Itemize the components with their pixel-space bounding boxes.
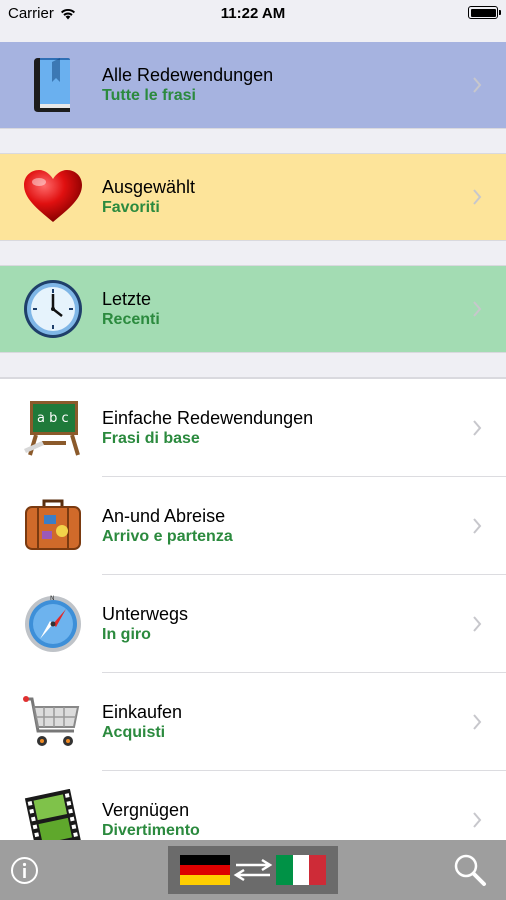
bottom-toolbar bbox=[0, 840, 506, 900]
row-subtitle: Arrivo e partenza bbox=[102, 528, 233, 545]
suitcase-icon bbox=[25, 499, 81, 550]
chevron-right-icon bbox=[473, 518, 482, 534]
row-texts: Unterwegs In giro bbox=[102, 603, 188, 645]
clock-time: 11:22 AM bbox=[220, 5, 286, 22]
row-subtitle: Tutte le frasi bbox=[102, 87, 196, 104]
row-title: Unterwegs bbox=[102, 604, 189, 624]
row-favorites[interactable]: Ausgewählt Favoriti bbox=[0, 154, 506, 240]
row-title: Letzte bbox=[102, 289, 152, 309]
german-flag-icon bbox=[180, 855, 230, 885]
row-subtitle: Acquisti bbox=[102, 724, 166, 741]
chalkboard-icon: a b c bbox=[24, 401, 80, 456]
row-title: Einfache Redewendungen bbox=[102, 408, 314, 428]
chevron-right-icon bbox=[473, 420, 482, 436]
row-subtitle: Recenti bbox=[102, 311, 160, 328]
shopping-cart-icon bbox=[23, 696, 80, 746]
svg-text:a b c: a b c bbox=[37, 411, 69, 426]
status-bar: Carrier 11:22 AM bbox=[0, 0, 506, 30]
row-texts: An-und Abreise Arrivo e partenza bbox=[102, 505, 233, 547]
section-gap bbox=[0, 352, 506, 378]
row-all-phrases[interactable]: Alle Redewendungen Tutte le frasi bbox=[0, 42, 506, 128]
row-texts: Alle Redewendungen Tutte le frasi bbox=[102, 64, 273, 106]
row-subtitle: Divertimento bbox=[102, 822, 200, 839]
battery-indicator bbox=[468, 6, 501, 19]
compass-icon: N bbox=[25, 595, 81, 652]
row-texts: Einkaufen Acquisti bbox=[102, 701, 182, 743]
chevron-right-icon bbox=[473, 616, 482, 632]
chevron-right-icon bbox=[473, 714, 482, 730]
battery-icon bbox=[468, 6, 501, 19]
heart-icon bbox=[24, 170, 82, 222]
row-on-the-go[interactable]: N Unterwegs In giro bbox=[0, 575, 506, 673]
row-title: Ausgewählt bbox=[102, 177, 196, 197]
info-icon[interactable] bbox=[10, 856, 39, 885]
row-texts: Vergnügen Divertimento bbox=[102, 799, 200, 841]
section-gap bbox=[0, 240, 506, 266]
chevron-right-icon bbox=[473, 189, 482, 205]
row-texts: Letzte Recenti bbox=[102, 288, 160, 330]
category-section: a b c Einfache Redewendungen Frasi di ba… bbox=[0, 378, 506, 869]
row-texts: Ausgewählt Favoriti bbox=[102, 176, 195, 218]
section-gap bbox=[0, 128, 506, 154]
row-texts: Einfache Redewendungen Frasi di base bbox=[102, 407, 313, 449]
svg-text:N: N bbox=[50, 595, 55, 602]
swap-arrows-icon bbox=[233, 858, 273, 882]
row-subtitle: Frasi di base bbox=[102, 430, 200, 447]
language-switch-button[interactable] bbox=[168, 846, 338, 894]
row-subtitle: In giro bbox=[102, 626, 151, 643]
chevron-right-icon bbox=[473, 301, 482, 317]
chevron-right-icon bbox=[473, 77, 482, 93]
row-arrival-departure[interactable]: An-und Abreise Arrivo e partenza bbox=[0, 477, 506, 575]
italian-flag-icon bbox=[276, 855, 326, 885]
row-basic-phrases[interactable]: a b c Einfache Redewendungen Frasi di ba… bbox=[0, 379, 506, 477]
row-title: An-und Abreise bbox=[102, 506, 226, 526]
magnifier-icon[interactable] bbox=[452, 852, 488, 888]
chevron-right-icon bbox=[473, 812, 482, 828]
clock-icon bbox=[24, 280, 82, 338]
row-recents[interactable]: Letzte Recenti bbox=[0, 266, 506, 352]
row-title: Vergnügen bbox=[102, 800, 190, 820]
row-title: Alle Redewendungen bbox=[102, 65, 274, 85]
row-title: Einkaufen bbox=[102, 702, 183, 722]
book-icon bbox=[34, 58, 70, 112]
row-shopping[interactable]: Einkaufen Acquisti bbox=[0, 673, 506, 771]
phrase-list: Alle Redewendungen Tutte le frasi Ausgew… bbox=[0, 42, 506, 869]
row-subtitle: Favoriti bbox=[102, 199, 160, 216]
